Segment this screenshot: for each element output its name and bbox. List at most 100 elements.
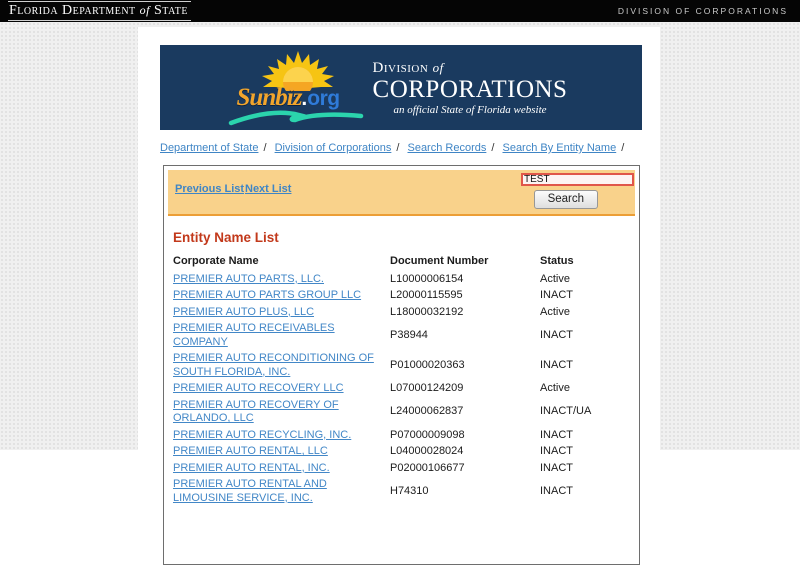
breadcrumb-separator: / bbox=[263, 142, 267, 154]
breadcrumb-link[interactable]: Search By Entity Name bbox=[502, 142, 616, 154]
status-cell: INACT bbox=[540, 484, 573, 497]
banner-corporations-title: CORPORATIONS bbox=[372, 75, 568, 103]
sunbiz-logo[interactable]: Sunbiz.org bbox=[228, 48, 367, 128]
florida-dos-logo[interactable]: Florida Department of State bbox=[8, 1, 191, 21]
document-number-cell: L07000124209 bbox=[390, 382, 464, 394]
entity-name-link[interactable]: PREMIER AUTO RENTAL, LLC bbox=[173, 445, 328, 457]
breadcrumb-separator: / bbox=[621, 142, 625, 154]
corporate-name-cell: PREMIER AUTO RENTAL AND LIMOUSINE SERVIC… bbox=[173, 477, 390, 507]
sunbiz-banner: Sunbiz.org Division of CORPORATIONS an o… bbox=[160, 45, 642, 130]
status-cell: INACT bbox=[540, 445, 573, 457]
corporate-name-cell: PREMIER AUTO PARTS GROUP LLC bbox=[173, 288, 390, 305]
topbar-division-label: Division of Corporations bbox=[617, 6, 788, 16]
corporate-name-cell: PREMIER AUTO PARTS, LLC. bbox=[173, 271, 390, 288]
sunbiz-text: Sunbiz bbox=[236, 83, 303, 111]
document-number-cell: H74310 bbox=[390, 484, 429, 497]
document-number-cell: L10000006154 bbox=[390, 272, 464, 285]
corporate-name-cell: PREMIER AUTO RECOVERY LLC bbox=[173, 381, 390, 398]
division-of-word: of bbox=[432, 59, 444, 75]
banner-title-block: Division of CORPORATIONS an official Sta… bbox=[367, 60, 568, 116]
entity-name-link[interactable]: PREMIER AUTO RECONDITIONING OF SOUTH FLO… bbox=[173, 352, 374, 378]
search-input[interactable] bbox=[521, 173, 634, 186]
status-cell: INACT bbox=[540, 428, 573, 441]
breadcrumb-link[interactable]: Department of State bbox=[160, 142, 258, 154]
entity-table-row: PREMIER AUTO PARTS GROUP LLC L2000011559… bbox=[173, 288, 633, 305]
content-panel: Sunbiz.org Division of CORPORATIONS an o… bbox=[138, 27, 660, 565]
previous-list-link[interactable]: Previous List bbox=[175, 183, 244, 195]
entity-table-row: PREMIER AUTO RENTAL, INC. P02000106677 I… bbox=[173, 460, 633, 477]
status-cell: Active bbox=[540, 305, 570, 318]
entity-name-link[interactable]: PREMIER AUTO RECOVERY LLC bbox=[173, 382, 344, 394]
dos-logo-of: of bbox=[139, 3, 150, 17]
entity-table-row: PREMIER AUTO RECOVERY LLC L07000124209 A… bbox=[173, 381, 633, 398]
breadcrumb-item: Search Records / bbox=[407, 142, 499, 154]
status-cell: INACT bbox=[540, 289, 573, 301]
document-number-cell: P01000020363 bbox=[390, 358, 465, 371]
document-number-cell: P38944 bbox=[390, 328, 428, 341]
search-results-box: Previous List Next List Search Entity Na… bbox=[163, 165, 640, 565]
corporate-name-column-header: Corporate Name bbox=[173, 255, 259, 267]
entity-table-row: PREMIER AUTO RENTAL AND LIMOUSINE SERVIC… bbox=[173, 477, 633, 507]
entity-name-link[interactable]: PREMIER AUTO RECOVERY OF ORLANDO, LLC bbox=[173, 399, 339, 425]
entity-name-link[interactable]: PREMIER AUTO RECEIVABLES COMPANY bbox=[173, 322, 335, 348]
document-number-cell: L20000115595 bbox=[390, 289, 463, 301]
wave-swoosh-icon bbox=[228, 110, 363, 125]
breadcrumb: Department of State / Division of Corpora… bbox=[160, 142, 642, 154]
breadcrumb-separator: / bbox=[491, 142, 495, 154]
entity-table: Corporate Name Document Number Status PR… bbox=[173, 253, 633, 507]
dos-logo-part1: Florida Department bbox=[9, 3, 136, 18]
banner-tagline: an official State of Florida website bbox=[393, 103, 547, 116]
search-button[interactable]: Search bbox=[533, 190, 598, 209]
status-cell: INACT bbox=[540, 358, 573, 371]
entity-table-row: PREMIER AUTO PARTS, LLC. L10000006154 Ac… bbox=[173, 271, 633, 288]
entity-table-row: PREMIER AUTO PLUS, LLC L18000032192 Acti… bbox=[173, 304, 633, 321]
entity-table-body: PREMIER AUTO PARTS, LLC. L10000006154 Ac… bbox=[173, 271, 633, 507]
list-navigation-bar: Previous List Next List Search bbox=[168, 170, 635, 216]
entity-table-row: PREMIER AUTO RECOVERY OF ORLANDO, LLC L2… bbox=[173, 397, 633, 427]
document-number-column-header: Document Number bbox=[390, 255, 489, 267]
breadcrumb-item: Search By Entity Name / bbox=[502, 142, 629, 154]
entity-table-header-row: Corporate Name Document Number Status bbox=[173, 253, 633, 271]
entity-table-row: PREMIER AUTO RECEIVABLES COMPANY P38944 … bbox=[173, 321, 633, 351]
corporate-name-cell: PREMIER AUTO RECONDITIONING OF SOUTH FLO… bbox=[173, 351, 390, 381]
document-number-cell: P02000106677 bbox=[390, 461, 465, 474]
corporate-name-cell: PREMIER AUTO RECOVERY OF ORLANDO, LLC bbox=[173, 397, 390, 427]
dos-logo-part2: State bbox=[154, 3, 188, 18]
status-column-header: Status bbox=[540, 255, 574, 267]
banner-division-line: Division of bbox=[373, 60, 568, 77]
breadcrumb-link[interactable]: Search Records bbox=[407, 142, 486, 154]
breadcrumb-link[interactable]: Division of Corporations bbox=[275, 142, 392, 154]
entity-name-list-heading: Entity Name List bbox=[173, 230, 279, 245]
breadcrumb-item: Department of State / bbox=[160, 142, 272, 154]
breadcrumb-item: Division of Corporations / bbox=[275, 142, 405, 154]
entity-name-link[interactable]: PREMIER AUTO RECYCLING, INC. bbox=[173, 429, 351, 441]
entity-name-link[interactable]: PREMIER AUTO PLUS, LLC bbox=[173, 306, 314, 318]
next-list-link[interactable]: Next List bbox=[245, 183, 291, 195]
corporate-name-cell: PREMIER AUTO RENTAL, LLC bbox=[173, 444, 390, 461]
corporate-name-cell: PREMIER AUTO RENTAL, INC. bbox=[173, 460, 390, 477]
corporate-name-cell: PREMIER AUTO RECYCLING, INC. bbox=[173, 427, 390, 444]
entity-name-link[interactable]: PREMIER AUTO PARTS GROUP LLC bbox=[173, 289, 361, 301]
status-cell: INACT bbox=[540, 461, 573, 474]
top-title-bar: Florida Department of State Division of … bbox=[0, 0, 800, 22]
document-number-cell: P07000009098 bbox=[390, 428, 465, 441]
entity-table-row: PREMIER AUTO RECONDITIONING OF SOUTH FLO… bbox=[173, 351, 633, 381]
document-number-cell: L04000028024 bbox=[390, 445, 464, 457]
division-word: Division bbox=[372, 59, 429, 76]
breadcrumb-separator: / bbox=[396, 142, 400, 154]
entity-name-link[interactable]: PREMIER AUTO RENTAL AND LIMOUSINE SERVIC… bbox=[173, 478, 327, 504]
document-number-cell: L18000032192 bbox=[390, 305, 464, 318]
corporate-name-cell: PREMIER AUTO RECEIVABLES COMPANY bbox=[173, 321, 390, 351]
org-text: org bbox=[307, 86, 340, 110]
corporate-name-cell: PREMIER AUTO PLUS, LLC bbox=[173, 304, 390, 321]
entity-table-row: PREMIER AUTO RECYCLING, INC. P0700000909… bbox=[173, 427, 633, 444]
entity-name-link[interactable]: PREMIER AUTO RENTAL, INC. bbox=[173, 462, 330, 474]
status-cell: Active bbox=[540, 272, 570, 285]
entity-name-link[interactable]: PREMIER AUTO PARTS, LLC. bbox=[173, 273, 324, 285]
page-background: Sunbiz.org Division of CORPORATIONS an o… bbox=[0, 22, 800, 565]
status-cell: Active bbox=[540, 382, 570, 394]
status-cell: INACT/UA bbox=[540, 405, 592, 418]
document-number-cell: L24000062837 bbox=[390, 405, 464, 418]
status-cell: INACT bbox=[540, 328, 573, 341]
entity-table-row: PREMIER AUTO RENTAL, LLC L04000028024 IN… bbox=[173, 444, 633, 461]
